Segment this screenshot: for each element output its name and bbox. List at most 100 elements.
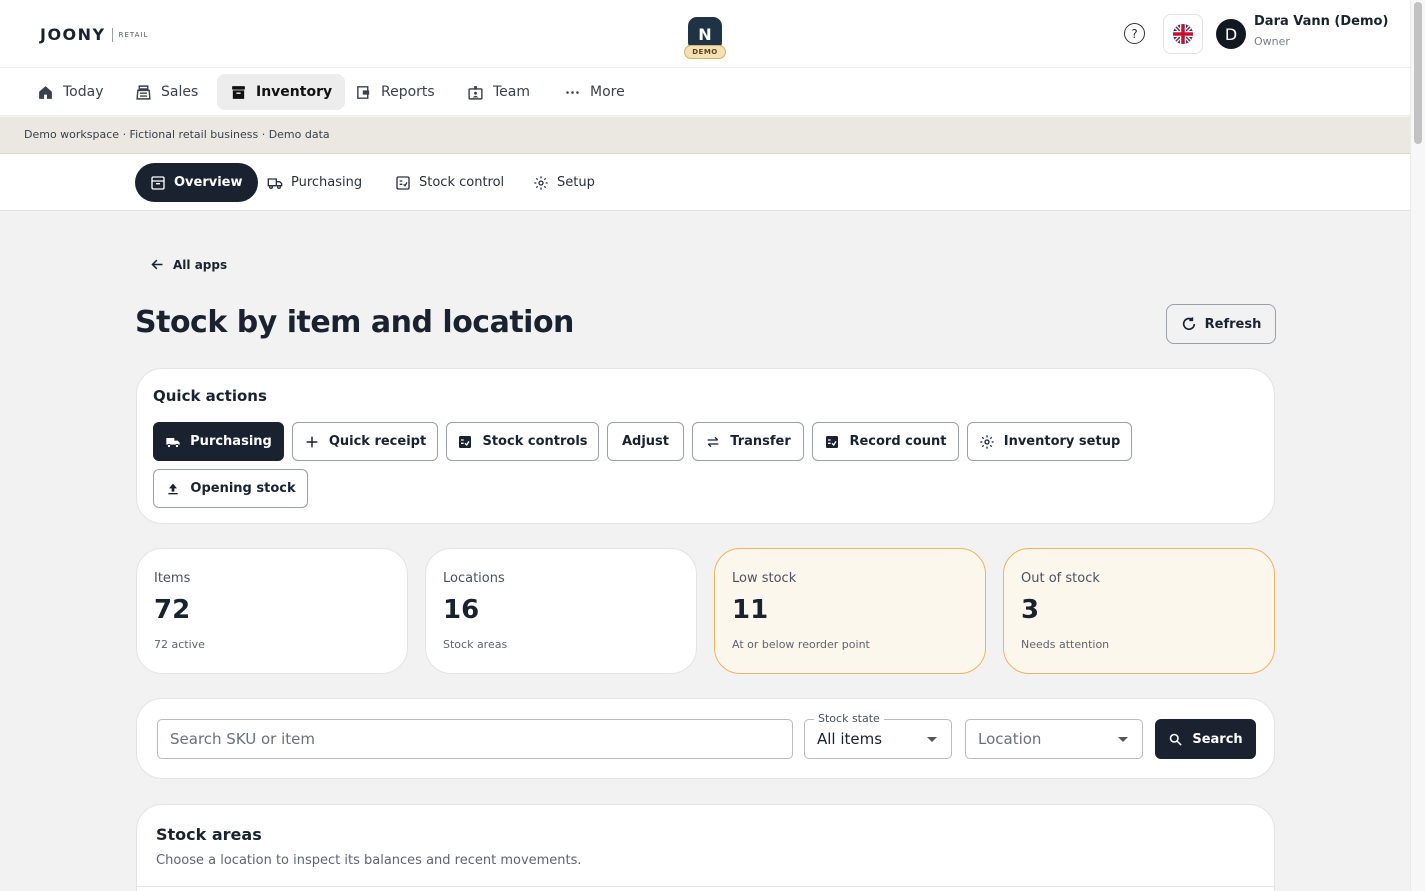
button-label: Stock controls [482, 434, 588, 449]
uk-flag-icon [1173, 24, 1193, 44]
swap-arrows-icon [707, 436, 719, 447]
quick-actions-title: Quick actions [153, 387, 267, 405]
search-input[interactable]: Search SKU or item [157, 719, 793, 759]
checklist-icon [826, 435, 839, 448]
stock-state-select[interactable]: Stock state All items [804, 712, 952, 759]
stock-controls-button[interactable]: Stock controls [446, 422, 599, 461]
arrow-left-icon [151, 259, 163, 270]
checklist-icon [396, 175, 410, 190]
language-button[interactable] [1163, 14, 1203, 54]
search-button[interactable]: Search [1155, 719, 1256, 759]
stat-value: 11 [732, 595, 769, 625]
stat-label: Locations [443, 571, 505, 586]
main-navigation: Today Sales Inventory Reports Team More [0, 68, 1410, 116]
plus-icon [306, 436, 318, 447]
demo-tag: DEMO [684, 45, 726, 59]
nav-reports[interactable]: Reports [342, 74, 448, 110]
scrollbar-thumb[interactable] [1414, 2, 1422, 144]
home-icon [39, 85, 52, 99]
tab-purchasing[interactable]: Purchasing [252, 163, 377, 202]
button-label: Quick receipt [328, 434, 427, 449]
stat-subtext: At or below reorder point [732, 638, 870, 651]
logo-subtitle: RETAIL [118, 30, 149, 39]
nav-label: Reports [381, 84, 435, 100]
purchasing-button[interactable]: Purchasing [153, 422, 284, 461]
demo-banner: Demo workspace · Fictional retail busine… [0, 117, 1410, 154]
stat-label: Low stock [732, 571, 797, 586]
gear-icon [534, 175, 548, 190]
quick-receipt-button[interactable]: Quick receipt [292, 422, 438, 461]
button-label: Inventory setup [1003, 434, 1121, 449]
logo-wordmark: JOONY [40, 25, 106, 44]
nav-inventory[interactable]: Inventory [217, 74, 346, 110]
stat-value: 3 [1021, 595, 1040, 625]
gear-icon [980, 434, 994, 449]
chevron-down-icon [1118, 737, 1128, 742]
button-label: Record count [849, 434, 947, 449]
refresh-icon [1182, 317, 1195, 330]
id-badge-icon [468, 85, 483, 100]
avatar[interactable]: D [1216, 19, 1246, 49]
archive-box-icon [232, 85, 245, 99]
stat-card-locations[interactable]: Locations 16 Stock areas [425, 548, 697, 674]
stat-label: Out of stock [1021, 571, 1100, 586]
checklist-icon [459, 435, 472, 448]
page-title: Stock by item and location [135, 305, 574, 340]
transfer-button[interactable]: Transfer [692, 422, 804, 461]
tab-label: Overview [174, 175, 243, 190]
stat-label: Items [154, 571, 191, 586]
logo-divider [111, 27, 113, 42]
stat-card-low-stock[interactable]: Low stock 11 At or below reorder point [714, 548, 986, 674]
refresh-button[interactable]: Refresh [1166, 304, 1276, 344]
record-count-button[interactable]: Record count [812, 422, 959, 461]
user-name[interactable]: Dara Vann (Demo) [1254, 14, 1388, 29]
inventory-setup-button[interactable]: Inventory setup [967, 422, 1132, 461]
refresh-label: Refresh [1204, 316, 1262, 332]
workspace-badge[interactable]: N DEMO [684, 17, 726, 59]
stat-subtext: 72 active [154, 638, 205, 651]
wallet-icon [357, 85, 370, 99]
user-role: Owner [1254, 35, 1290, 48]
stock-areas-subtitle: Choose a location to inspect its balance… [156, 853, 582, 868]
location-select[interactable]: Location [965, 719, 1143, 759]
stock-areas-card: Stock areas Choose a location to inspect… [136, 804, 1275, 891]
stat-subtext: Stock areas [443, 638, 508, 651]
button-label: Purchasing [190, 434, 272, 449]
stat-card-out-of-stock[interactable]: Out of stock 3 Needs attention [1003, 548, 1275, 674]
stat-value: 16 [443, 595, 480, 625]
tab-overview[interactable]: Overview [135, 163, 258, 202]
truck-icon [267, 177, 283, 189]
search-icon [1170, 733, 1183, 746]
stat-value: 72 [154, 595, 191, 625]
nav-label: Team [493, 84, 531, 100]
quick-actions-card: Quick actions Purchasing Quick receipt S… [136, 368, 1275, 524]
back-link-label: All apps [173, 257, 228, 272]
tab-setup[interactable]: Setup [518, 163, 610, 202]
nav-today[interactable]: Today [24, 74, 117, 110]
adjust-button[interactable]: Adjust [607, 422, 684, 461]
button-label: Opening stock [190, 481, 296, 496]
nav-sales[interactable]: Sales [122, 74, 211, 110]
brand-logo[interactable]: JOONY RETAIL [40, 25, 148, 44]
sub-navigation: Overview Purchasing Stock control Setup [0, 154, 1410, 211]
stat-card-items[interactable]: Items 72 72 active [136, 548, 408, 674]
chevron-down-icon [927, 737, 937, 742]
button-label: Transfer [730, 434, 791, 449]
register-icon [136, 84, 151, 100]
help-icon[interactable]: ? [1124, 23, 1145, 44]
tab-label: Setup [557, 175, 595, 190]
nav-more[interactable]: More [551, 74, 638, 110]
workspace-badge-letter: N [698, 24, 712, 44]
opening-stock-button[interactable]: Opening stock [153, 469, 308, 508]
back-link[interactable]: All apps [150, 257, 227, 272]
tab-label: Stock control [419, 175, 505, 190]
upload-icon [168, 483, 179, 494]
search-filter-card: Search SKU or item Stock state All items… [136, 698, 1275, 779]
nav-team[interactable]: Team [454, 74, 543, 110]
nav-label: Inventory [256, 84, 333, 100]
stat-subtext: Needs attention [1021, 638, 1110, 651]
tab-stock-control[interactable]: Stock control [380, 163, 519, 202]
location-placeholder: Location [978, 730, 1042, 748]
page-scrollbar[interactable] [1410, 0, 1425, 891]
tab-label: Purchasing [291, 175, 363, 190]
